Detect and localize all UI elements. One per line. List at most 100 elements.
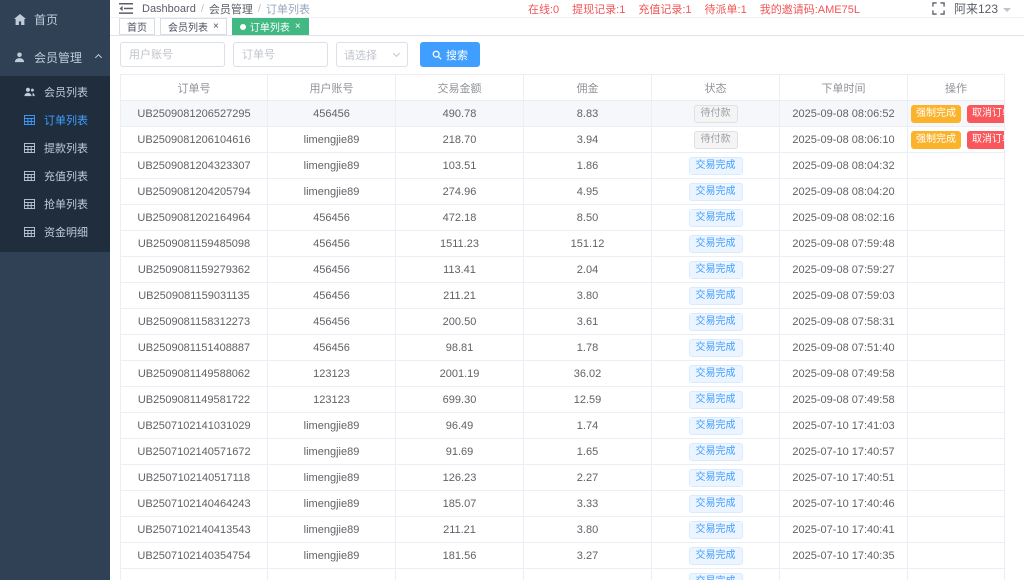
account-cell: limengjie89 bbox=[268, 465, 396, 491]
account-cell: limengjie89 bbox=[268, 517, 396, 543]
commission-cell: 151.12 bbox=[524, 231, 652, 257]
table-row: UB2509081149581722123123699.3012.59交易完成2… bbox=[121, 387, 1005, 413]
table-header-row: 订单号用户账号交易金额佣金状态下单时间操作 bbox=[121, 75, 1005, 101]
sidebar-subitem-充值列表[interactable]: 充值列表 bbox=[0, 162, 110, 190]
commission-cell: 1.86 bbox=[524, 153, 652, 179]
sidebar-subitem-资金明细[interactable]: 资金明细 bbox=[0, 218, 110, 246]
force-complete-button[interactable]: 强制完成 bbox=[911, 131, 961, 149]
breadcrumb-item[interactable]: 会员管理 bbox=[209, 1, 253, 17]
user-menu[interactable]: 阿来123 bbox=[954, 0, 1015, 17]
breadcrumb-item[interactable]: Dashboard bbox=[142, 3, 196, 15]
tab-首页[interactable]: 首页 bbox=[119, 18, 155, 35]
tab-订单列表[interactable]: 订单列表 × bbox=[232, 18, 309, 35]
actions-cell bbox=[908, 387, 1005, 413]
status-cell: 交易完成 bbox=[652, 465, 780, 491]
order-number-input[interactable] bbox=[233, 42, 328, 67]
status-cell: 交易完成 bbox=[652, 413, 780, 439]
status-badge: 交易完成 bbox=[689, 157, 743, 175]
commission-cell: 3.61 bbox=[524, 309, 652, 335]
account-cell: limengjie89 bbox=[268, 543, 396, 569]
status-cell: 交易完成 bbox=[652, 309, 780, 335]
sidebar-item-member-management[interactable]: 会员管理 bbox=[0, 38, 110, 76]
status-badge: 待付款 bbox=[694, 131, 738, 149]
actions-cell bbox=[908, 257, 1005, 283]
actions-cell bbox=[908, 231, 1005, 257]
time-cell: 2025-09-08 08:06:52 bbox=[780, 101, 908, 127]
sidebar-subitem-label: 资金明细 bbox=[44, 224, 88, 240]
table-row: UB2509081158312273456456200.503.61交易完成20… bbox=[121, 309, 1005, 335]
force-complete-button[interactable]: 强制完成 bbox=[911, 105, 961, 123]
sidebar-subitem-label: 订单列表 bbox=[44, 112, 88, 128]
search-form: 请选择 搜索 bbox=[110, 36, 1024, 72]
status-select[interactable]: 请选择 bbox=[336, 42, 408, 67]
select-placeholder: 请选择 bbox=[344, 47, 377, 63]
amount-cell: 699.30 bbox=[396, 387, 524, 413]
tab-会员列表[interactable]: 会员列表× bbox=[160, 18, 227, 35]
fullscreen-icon[interactable] bbox=[932, 2, 945, 15]
amount-cell: 2001.19 bbox=[396, 361, 524, 387]
amount-cell: 218.70 bbox=[396, 127, 524, 153]
status-badge: 交易完成 bbox=[689, 339, 743, 357]
sidebar-subitem-订单列表[interactable]: 订单列表 bbox=[0, 106, 110, 134]
order-cell: UB2509081204205794 bbox=[121, 179, 268, 205]
commission-cell: 3.94 bbox=[524, 127, 652, 153]
order-cell: UB2509081206104616 bbox=[121, 127, 268, 153]
status-badge: 交易完成 bbox=[689, 235, 743, 253]
order-cell: UB2507102140413543 bbox=[121, 517, 268, 543]
account-input[interactable] bbox=[120, 42, 225, 67]
column-header: 订单号 bbox=[121, 75, 268, 101]
tab-close-icon[interactable]: × bbox=[295, 22, 301, 32]
status-badge: 待付款 bbox=[694, 105, 738, 123]
actions-cell bbox=[908, 413, 1005, 439]
status-cell: 交易完成 bbox=[652, 361, 780, 387]
account-cell: limengjie89 bbox=[268, 491, 396, 517]
commission-cell: 1.65 bbox=[524, 439, 652, 465]
commission-cell: 12.59 bbox=[524, 387, 652, 413]
table-row: UB2507102140571672limengjie8991.691.65交易… bbox=[121, 439, 1005, 465]
commission-cell: 1.78 bbox=[524, 335, 652, 361]
amount-cell: 472.18 bbox=[396, 205, 524, 231]
status-cell: 交易完成 bbox=[652, 569, 780, 580]
sidebar-subitem-抢单列表[interactable]: 抢单列表 bbox=[0, 190, 110, 218]
order-cell: UB2509081149588062 bbox=[121, 361, 268, 387]
time-cell: 2025-09-08 08:04:20 bbox=[780, 179, 908, 205]
amount-cell: 113.41 bbox=[396, 257, 524, 283]
tabbar: 首页会员列表× 订单列表 × bbox=[110, 18, 1024, 36]
time-cell: 2025-09-08 07:51:40 bbox=[780, 335, 908, 361]
account-cell: 123123 bbox=[268, 387, 396, 413]
sidebar-fold-icon[interactable] bbox=[119, 3, 133, 14]
time-cell: 2025-09-08 07:59:27 bbox=[780, 257, 908, 283]
table-row: UB2507102140413543limengjie89211.213.80交… bbox=[121, 517, 1005, 543]
time-cell: 2025-07-10 17:40:51 bbox=[780, 465, 908, 491]
sidebar-item-home[interactable]: 首页 bbox=[0, 0, 110, 38]
tab-label: 订单列表 bbox=[250, 19, 290, 34]
cancel-order-button[interactable]: 取消订单 bbox=[967, 105, 1005, 123]
commission-cell: 8.83 bbox=[524, 101, 652, 127]
commission-cell: 3.27 bbox=[524, 543, 652, 569]
order-cell: UB2509081151408887 bbox=[121, 335, 268, 361]
status-cell: 待付款 bbox=[652, 127, 780, 153]
sidebar-subitem-会员列表[interactable]: 会员列表 bbox=[0, 78, 110, 106]
account-cell: 456456 bbox=[268, 205, 396, 231]
chevron-up-icon bbox=[95, 54, 102, 61]
order-cell: UB2509081202164964 bbox=[121, 205, 268, 231]
time-cell: 2025-09-08 07:49:58 bbox=[780, 361, 908, 387]
home-icon bbox=[12, 14, 27, 25]
time-cell: 2025-09-08 08:02:16 bbox=[780, 205, 908, 231]
sidebar-submenu: 会员列表订单列表提款列表充值列表抢单列表资金明细 bbox=[0, 76, 110, 252]
table-row: UB2509081206527295456456490.788.83待付款202… bbox=[121, 101, 1005, 127]
table-icon bbox=[22, 143, 37, 153]
commission-cell: 3.80 bbox=[524, 517, 652, 543]
table-row: UB25090811495880621231232001.1936.02交易完成… bbox=[121, 361, 1005, 387]
order-cell: UB2509081149581722 bbox=[121, 387, 268, 413]
time-cell: 2025-09-08 07:58:31 bbox=[780, 309, 908, 335]
cancel-order-button[interactable]: 取消订单 bbox=[967, 131, 1005, 149]
tab-close-icon[interactable]: × bbox=[213, 22, 219, 32]
status-badge: 交易完成 bbox=[689, 573, 743, 580]
order-cell: UB2509081159031135 bbox=[121, 283, 268, 309]
actions-cell bbox=[908, 465, 1005, 491]
status-cell: 交易完成 bbox=[652, 387, 780, 413]
search-button[interactable]: 搜索 bbox=[420, 42, 480, 67]
status-cell: 交易完成 bbox=[652, 335, 780, 361]
sidebar-subitem-提款列表[interactable]: 提款列表 bbox=[0, 134, 110, 162]
